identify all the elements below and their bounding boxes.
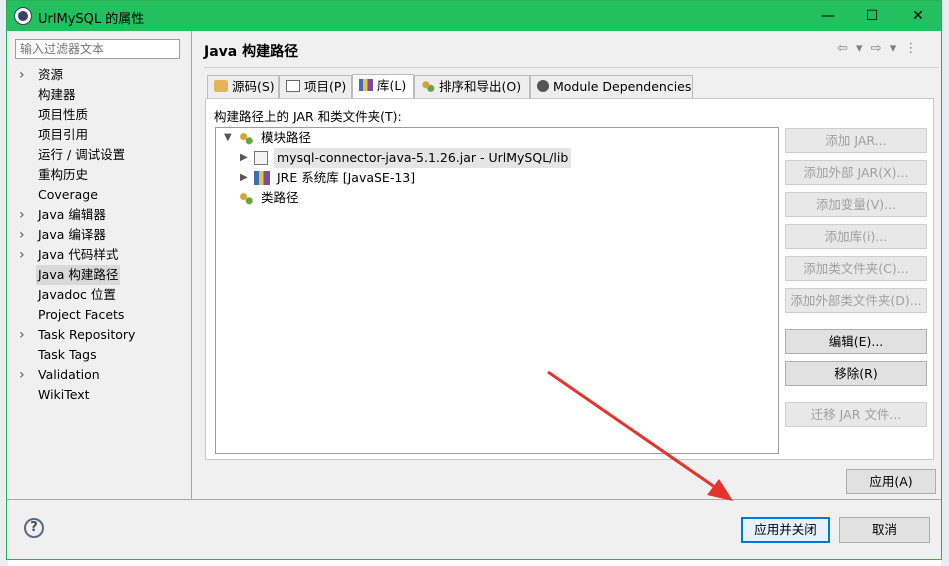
chevron-right-icon: ▶ [240,172,248,183]
library-icon [254,171,270,185]
vertical-divider [191,31,192,499]
apply-button[interactable]: 应用(A) [846,469,936,494]
chevron-right-icon: ▶ [240,152,248,163]
edit-button[interactable]: 编辑(E)... [785,329,927,354]
chevron-right-icon[interactable]: › [19,225,25,245]
build-path-tree[interactable]: ▼ 模块路径 ▶ mysql-connector-java-5.1.26.jar… [215,127,779,454]
sidebar-item-label: Task Tags [38,347,97,362]
add-external-jar-button[interactable]: 添加外部 JAR(X)... [785,160,927,185]
title-divider [204,67,939,68]
order-export-icon [421,80,435,92]
build-path-label: 构建路径上的 JAR 和类文件夹(T): [214,109,402,124]
chevron-right-icon[interactable]: › [19,365,25,385]
classpath-icon [238,191,254,205]
sidebar: › 资源构建器项目性质项目引用运行 / 调试设置 重构历史 Coverage › Java… [7,65,191,499]
tab-order-export[interactable]: 排序和导出(O) [414,75,530,98]
bottom-divider [7,499,941,500]
jar-file-icon [254,151,268,165]
sidebar-item-label: Javadoc 位置 [38,287,116,302]
source-folder-icon [214,80,228,92]
add-external-class-folder-button[interactable]: 添加外部类文件夹(D)... [785,288,927,313]
navigation-arrows-icon[interactable]: ⇦ ▾ ⇨ ▾ ⋮ [837,41,919,56]
tab-libraries[interactable]: 库(L) [352,74,414,99]
tab-module-dependencies[interactable]: Module Dependencies [530,75,693,98]
project-icon [286,80,300,92]
apply-and-close-button[interactable]: 应用并关闭 [741,517,830,543]
tab-source[interactable]: 源码(S) [207,75,279,98]
sidebar-item-label: Project Facets [38,307,125,322]
chevron-right-icon[interactable]: › [19,65,25,85]
tab-projects[interactable]: 项目(P) [279,75,352,98]
chevron-right-icon[interactable]: › [19,205,25,225]
add-class-folder-button[interactable]: 添加类文件夹(C)... [785,256,927,281]
maximize-button[interactable]: ☐ [849,1,895,31]
help-icon[interactable]: ? [24,518,44,538]
add-library-button[interactable]: 添加库(i)... [785,224,927,249]
module-icon [537,80,549,92]
sidebar-item-label: 构建器 [38,87,76,102]
sidebar-item-label: Validation [38,367,100,382]
sidebar-item-label: Java 编辑器 [38,207,106,222]
sidebar-item-label: Coverage [38,187,98,202]
filter-input[interactable] [15,39,180,59]
close-button[interactable]: ✕ [895,1,941,31]
sidebar-item-label: Java 代码样式 [38,247,119,262]
remove-button[interactable]: 移除(R) [785,361,927,386]
chevron-down-icon: ▼ [224,132,232,143]
sidebar-item-label: Java 构建路径 [36,265,121,285]
add-jar-button[interactable]: 添加 JAR... [785,128,927,153]
add-variable-button[interactable]: 添加变量(V)... [785,192,927,217]
sidebar-item-label: 资源 [38,67,64,82]
sidebar-item-label: Task Repository [38,327,136,342]
title-bar: UrlMySQL 的属性 — ☐ ✕ [7,1,941,31]
library-icon [359,79,373,91]
chevron-right-icon[interactable]: › [19,325,25,345]
sidebar-item-label: Java 编译器 [38,227,106,242]
sidebar-item-label: 项目引用 [38,127,89,142]
migrate-jar-button[interactable]: 迁移 JAR 文件... [785,402,927,427]
eclipse-icon [14,7,32,25]
minimize-button[interactable]: — [805,1,851,31]
sidebar-item-label: 项目性质 [38,107,89,122]
page-title: Java 构建路径 [204,44,299,60]
modulepath-icon [238,131,254,145]
sidebar-item-label: 重构历史 [38,167,89,182]
background-window-right [941,0,949,566]
cancel-button[interactable]: 取消 [839,517,930,543]
chevron-right-icon[interactable]: › [19,245,25,265]
sidebar-item-label: 运行 / 调试设置 [38,147,126,162]
properties-dialog: UrlMySQL 的属性 — ☐ ✕ › 资源构建器项目性质项目引用运行 / 调试… [6,0,942,560]
sidebar-item-label: WikiText [38,387,90,402]
window-title: UrlMySQL 的属性 [38,12,145,27]
